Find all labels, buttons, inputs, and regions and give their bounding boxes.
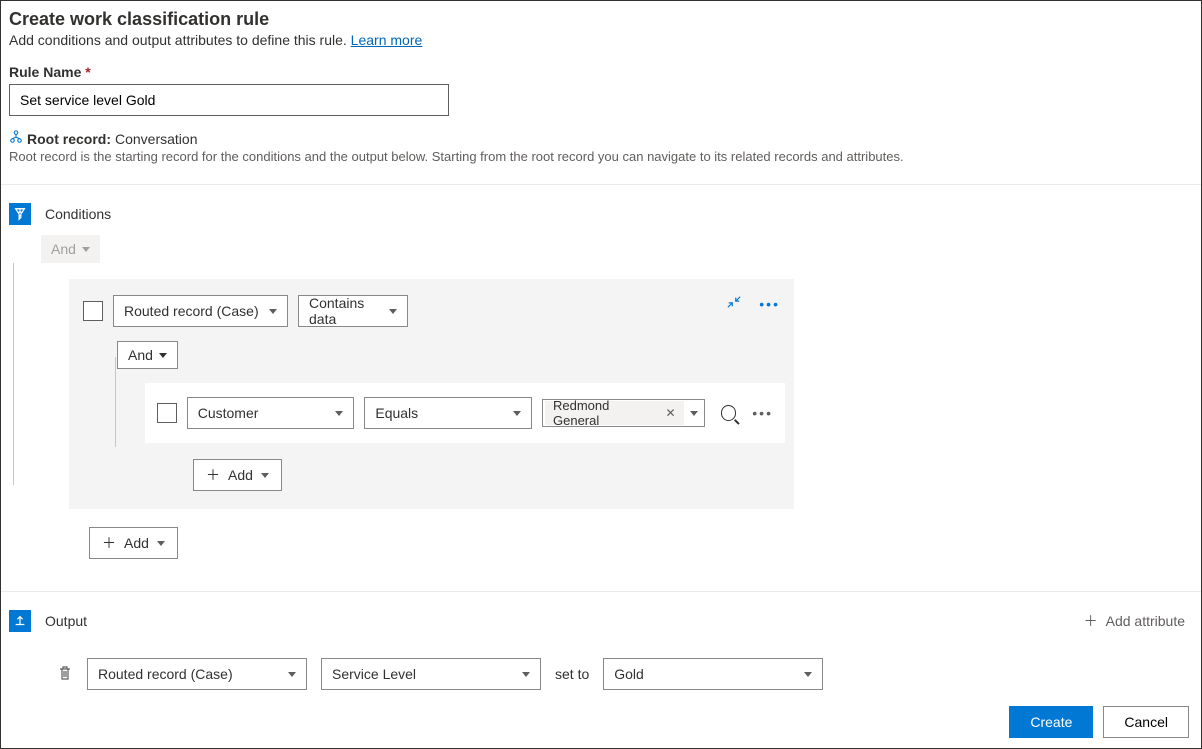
tree-line bbox=[115, 357, 116, 447]
add-nested-label: Add bbox=[228, 467, 253, 483]
condition-field-select[interactable]: Routed record (Case) bbox=[113, 295, 288, 327]
rule-name-label-text: Rule Name bbox=[9, 64, 81, 80]
nested-value-lookup[interactable]: Redmond General ✕ bbox=[542, 399, 705, 427]
subtitle-text: Add conditions and output attributes to … bbox=[9, 32, 351, 48]
conditions-title: Conditions bbox=[45, 206, 111, 222]
more-icon[interactable]: ••• bbox=[759, 296, 780, 312]
nested-operator-select[interactable]: Equals bbox=[364, 397, 532, 429]
page-title: Create work classification rule bbox=[9, 9, 1193, 30]
search-icon[interactable] bbox=[721, 405, 737, 421]
chevron-down-icon bbox=[513, 411, 521, 416]
inner-and-label: And bbox=[128, 347, 153, 363]
set-to-label: set to bbox=[555, 666, 589, 682]
output-icon bbox=[9, 610, 31, 632]
add-attribute-label: Add attribute bbox=[1106, 613, 1185, 629]
learn-more-link[interactable]: Learn more bbox=[351, 32, 423, 48]
required-asterisk: * bbox=[85, 64, 90, 80]
cancel-button[interactable]: Cancel bbox=[1103, 706, 1189, 738]
chevron-down-icon bbox=[389, 309, 397, 314]
chevron-down-icon bbox=[690, 411, 698, 416]
add-condition-button[interactable]: ＋ Add bbox=[89, 527, 178, 559]
chevron-down-icon bbox=[288, 672, 296, 677]
output-record-value: Routed record (Case) bbox=[98, 666, 233, 682]
condition-field-value: Routed record (Case) bbox=[124, 303, 259, 319]
add-attribute-button[interactable]: ＋ Add attribute bbox=[1084, 611, 1185, 631]
root-record-hint: Root record is the starting record for t… bbox=[9, 149, 1193, 164]
conditions-icon bbox=[9, 203, 31, 225]
value-tag[interactable]: Redmond General ✕ bbox=[545, 401, 684, 425]
rule-name-label: Rule Name * bbox=[9, 64, 1193, 80]
condition-group: Routed record (Case) Contains data ••• bbox=[69, 279, 794, 509]
inner-and-operator[interactable]: And bbox=[117, 341, 178, 369]
output-attribute-value: Service Level bbox=[332, 666, 416, 682]
top-and-operator[interactable]: And bbox=[41, 235, 100, 263]
remove-tag-icon[interactable]: ✕ bbox=[665, 406, 675, 420]
output-record-select[interactable]: Routed record (Case) bbox=[87, 658, 307, 690]
create-button[interactable]: Create bbox=[1009, 706, 1093, 738]
condition-checkbox[interactable] bbox=[157, 403, 177, 423]
collapse-icon[interactable] bbox=[727, 295, 741, 312]
nested-operator-value: Equals bbox=[375, 405, 418, 421]
root-record-label: Root record: bbox=[27, 131, 111, 147]
nested-field-select[interactable]: Customer bbox=[187, 397, 355, 429]
chevron-down-icon bbox=[522, 672, 530, 677]
chevron-down-icon bbox=[269, 309, 277, 314]
output-value-select[interactable]: Gold bbox=[603, 658, 823, 690]
chevron-down-icon bbox=[82, 247, 90, 252]
root-record-value: Conversation bbox=[115, 131, 198, 147]
chevron-down-icon bbox=[261, 473, 269, 478]
add-outer-label: Add bbox=[124, 535, 149, 551]
rule-name-input[interactable] bbox=[9, 84, 449, 116]
output-value-text: Gold bbox=[614, 666, 644, 682]
hierarchy-icon bbox=[9, 130, 23, 147]
delete-icon[interactable] bbox=[57, 665, 73, 684]
nested-field-value: Customer bbox=[198, 405, 259, 421]
plus-icon: ＋ bbox=[206, 465, 220, 485]
condition-checkbox[interactable] bbox=[83, 301, 103, 321]
chevron-down-icon bbox=[157, 541, 165, 546]
condition-operator-value: Contains data bbox=[309, 295, 379, 327]
chevron-down-icon bbox=[159, 353, 167, 358]
plus-icon: ＋ bbox=[102, 533, 116, 553]
add-nested-condition-button[interactable]: ＋ Add bbox=[193, 459, 282, 491]
condition-operator-select[interactable]: Contains data bbox=[298, 295, 408, 327]
chevron-down-icon bbox=[335, 411, 343, 416]
top-and-label: And bbox=[51, 241, 76, 257]
nested-condition-row: Customer Equals Redmond General ✕ bbox=[145, 383, 785, 443]
plus-icon: ＋ bbox=[1084, 611, 1098, 631]
value-tag-text: Redmond General bbox=[553, 398, 657, 428]
output-attribute-select[interactable]: Service Level bbox=[321, 658, 541, 690]
chevron-down-icon bbox=[804, 672, 812, 677]
more-icon[interactable]: ••• bbox=[752, 405, 773, 421]
output-title: Output bbox=[45, 613, 87, 629]
page-subtitle: Add conditions and output attributes to … bbox=[9, 32, 1193, 48]
tree-line bbox=[13, 263, 14, 485]
